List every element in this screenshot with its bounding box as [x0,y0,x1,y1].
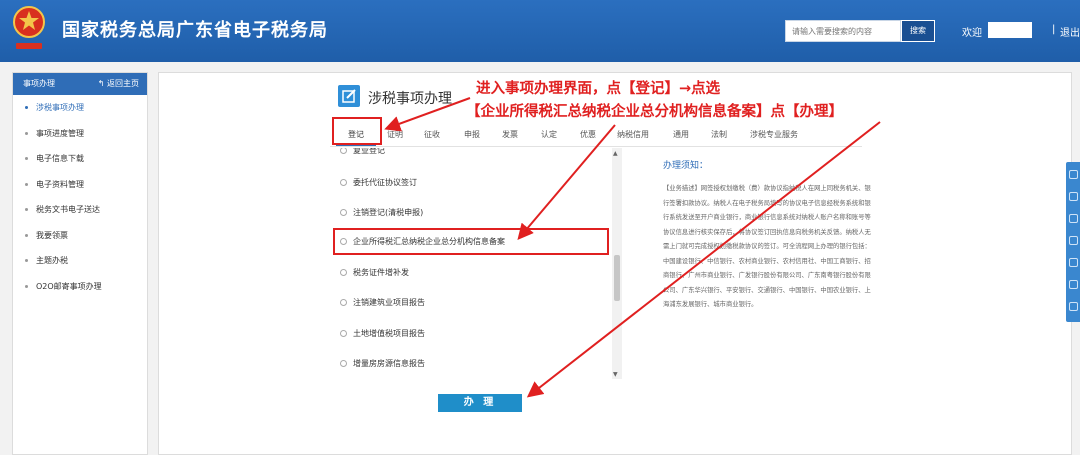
sidebar-item-label: 电子信息下载 [36,154,84,164]
edit-icon [338,85,360,107]
sidebar-item-label: 涉税事项办理 [36,103,84,113]
scroll-up-icon[interactable]: ▲ [613,150,618,157]
tab-certificate[interactable]: 证明 [387,129,403,140]
list-item-label: 注销建筑业项目报告 [353,298,425,307]
sidebar-header: 事项办理 ↰ 返回主页 [13,73,147,95]
list-item-label: 增量房房源信息报告 [353,359,425,368]
sidebar-item-o2o[interactable]: O2O邮寄事项办理 [13,274,147,300]
matter-list: 复业登记 委托代征协议签订 注销登记(清税申报) 企业所得税汇总纳税企业总分机构… [330,148,622,379]
list-item-label: 委托代征协议签订 [353,178,417,187]
top-header: 国家税务总局广东省电子税务局 搜索 欢迎 | 退出 [0,0,1080,62]
sidebar-item-label: O2O邮寄事项办理 [36,281,102,291]
tab-divider [330,146,862,147]
list-item-label: 复业登记 [353,148,385,155]
sidebar-item-progress[interactable]: 事项进度管理 [13,121,147,147]
tab-general[interactable]: 通用 [673,129,689,140]
list-item-label: 土地增值税项目报告 [353,329,425,338]
toolbar-icon[interactable] [1069,302,1078,311]
annotation-instruction-line1: 进入事项办理界面，点【登记】→点选 [476,81,721,97]
radio-icon[interactable] [340,269,347,276]
annotation-box-register-tab [332,117,382,145]
tab-legal[interactable]: 法制 [711,129,727,140]
list-item[interactable]: 税务证件增补发 [340,267,409,278]
sidebar-item-tax-matters[interactable]: 涉税事项办理 [13,95,147,121]
tab-invoice[interactable]: 发票 [502,129,518,140]
radio-icon[interactable] [340,179,347,186]
bullet-icon [25,233,28,237]
back-arrow-icon: ↰ [97,79,107,88]
sidebar-item-label: 电子资料管理 [36,179,84,189]
sidebar-title: 事项办理 [23,79,55,88]
notice-title: 办理须知： [663,161,709,171]
radio-icon[interactable] [340,360,347,367]
tab-declaration[interactable]: 申报 [464,129,480,140]
redacted-username [988,22,1032,38]
toolbar-icon[interactable] [1069,258,1078,267]
search-input[interactable] [785,20,901,42]
page-title: 涉税事项办理 [368,91,452,107]
sidebar-item-label: 事项进度管理 [36,128,84,138]
list-item-label: 税务证件增补发 [353,268,409,277]
annotation-box-selected-item [333,228,609,255]
search-button[interactable]: 搜索 [901,20,935,42]
toolbar-icon[interactable] [1069,236,1078,245]
site-title: 国家税务总局广东省电子税务局 [62,20,328,41]
scrollbar-thumb[interactable] [614,255,620,301]
list-item[interactable]: 注销建筑业项目报告 [340,297,425,308]
toolbar-icon[interactable] [1069,280,1078,289]
sidebar-item-label: 税务文书电子送达 [36,205,100,215]
tab-preferential[interactable]: 优惠 [580,129,596,140]
toolbar-icon[interactable] [1069,192,1078,201]
tab-qualification[interactable]: 认定 [541,129,557,140]
bullet-icon [25,182,28,186]
toolbar-icon[interactable] [1069,214,1078,223]
bullet-icon [25,284,28,288]
radio-icon[interactable] [340,330,347,337]
list-item[interactable]: 注销登记(清税申报) [340,207,423,218]
bullet-icon [25,131,28,135]
sidebar-item-label: 我要领票 [36,230,68,240]
annotation-instruction-line2: 【企业所得税汇总纳税企业总分机构信息备案】点【办理】 [466,104,843,120]
sidebar: 事项办理 ↰ 返回主页 涉税事项办理 事项进度管理 电子信息下载 电子资料管理 … [12,72,148,455]
list-item[interactable]: 土地增值税项目报告 [340,328,425,339]
radio-icon[interactable] [340,148,347,154]
list-item[interactable]: 增量房房源信息报告 [340,358,425,369]
sidebar-item-invoice[interactable]: 我要领票 [13,223,147,249]
tab-collection[interactable]: 征收 [424,129,440,140]
sidebar-item-themes[interactable]: 主题办税 [13,248,147,274]
back-home-label: 返回主页 [107,79,139,88]
handle-button[interactable]: 办 理 [438,394,522,412]
tab-credit[interactable]: 纳税信用 [617,129,649,140]
logout-link[interactable]: 退出 [1060,24,1080,39]
sidebar-item-documents[interactable]: 电子资料管理 [13,172,147,198]
bullet-icon [25,157,28,161]
notice-body: 【业务描述】网签授权划缴税（费）款协议指纳税人在网上同税务机关、银行签署扣款协议… [663,185,871,308]
tab-professional-service[interactable]: 涉税专业服务 [750,129,798,140]
tax-emblem-icon [13,6,45,49]
welcome-text: 欢迎 [962,28,982,39]
list-item[interactable]: 复业登记 [340,148,385,156]
radio-icon[interactable] [340,209,347,216]
sidebar-item-delivery[interactable]: 税务文书电子送达 [13,197,147,223]
bullet-icon [25,106,28,110]
toolbar-icon[interactable] [1069,170,1078,179]
bullet-icon [25,259,28,263]
scroll-down-icon[interactable]: ▼ [613,371,618,378]
radio-icon[interactable] [340,299,347,306]
back-home-link[interactable]: ↰ 返回主页 [98,73,139,95]
header-separator: | [1052,24,1056,35]
bullet-icon [25,208,28,212]
sidebar-item-download[interactable]: 电子信息下载 [13,146,147,172]
sidebar-item-label: 主题办税 [36,256,68,266]
list-item[interactable]: 委托代征协议签订 [340,177,417,188]
list-item-label: 注销登记(清税申报) [353,208,424,217]
